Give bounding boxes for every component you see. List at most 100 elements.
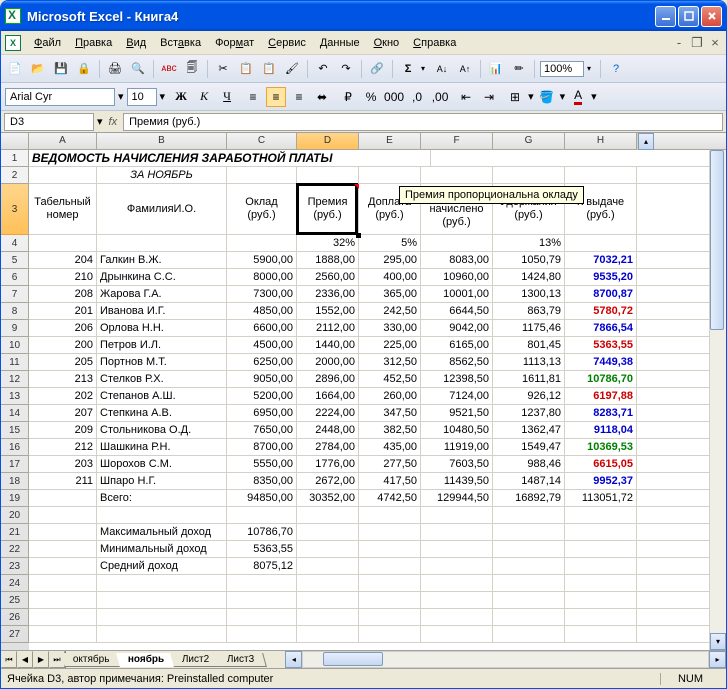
vertical-scrollbar[interactable]: ▾ <box>709 150 726 650</box>
header-cell[interactable]: Табельный номер <box>29 184 97 234</box>
col-header[interactable]: F <box>421 133 493 149</box>
table-row[interactable]: 210Дрынкина С.С.8000,002560,00400,001096… <box>29 269 709 286</box>
sort-asc-icon[interactable]: A↓ <box>432 59 452 79</box>
menu-help[interactable]: Справка <box>406 34 463 52</box>
stat-label[interactable]: Минимальный доход <box>97 541 227 557</box>
help-icon[interactable]: ? <box>606 59 626 79</box>
formula-input[interactable]: Премия (руб.) <box>123 113 723 131</box>
menu-format[interactable]: Формат <box>208 34 261 52</box>
select-all-corner[interactable] <box>1 133 29 149</box>
tab-next-button[interactable]: ▶ <box>33 651 49 668</box>
scrollbar-thumb[interactable] <box>710 150 724 330</box>
hyperlink-icon[interactable]: 🔗 <box>367 59 387 79</box>
redo-icon[interactable]: ↷ <box>336 59 356 79</box>
menu-view[interactable]: Вид <box>119 34 153 52</box>
col-header[interactable]: A <box>29 133 97 149</box>
font-size-input[interactable]: 10 <box>127 88 157 106</box>
document-icon[interactable]: X <box>5 35 21 51</box>
col-header[interactable]: E <box>359 133 421 149</box>
table-row[interactable]: 206Орлова Н.Н.6600,002112,00330,009042,0… <box>29 320 709 337</box>
sheet-tab[interactable]: октябрь <box>61 653 122 667</box>
tab-first-button[interactable]: ⏮ <box>1 651 17 668</box>
close-button[interactable] <box>701 6 722 27</box>
table-row[interactable]: 212Шашкина Р.Н.8700,002784,00435,0011919… <box>29 439 709 456</box>
minimize-button[interactable] <box>655 6 676 27</box>
pct-cell[interactable]: 5% <box>359 235 421 251</box>
paste-icon[interactable]: 📋 <box>259 59 279 79</box>
font-name-input[interactable]: Arial Cyr <box>5 88 115 106</box>
col-header[interactable]: B <box>97 133 227 149</box>
increase-indent-button[interactable]: ⇥ <box>479 87 499 107</box>
col-header[interactable]: D <box>297 133 359 149</box>
stat-label[interactable]: Максимальный доход <box>97 524 227 540</box>
menu-edit[interactable]: Правка <box>68 34 119 52</box>
format-painter-icon[interactable]: 🖌 <box>282 59 302 79</box>
decrease-decimal-button[interactable]: ,00 <box>430 87 450 107</box>
merge-center-button[interactable]: ⬌ <box>312 87 332 107</box>
increase-decimal-button[interactable]: ,0 <box>407 87 427 107</box>
borders-button[interactable]: ⊞ <box>505 87 525 107</box>
header-cell[interactable]: Премия (руб.) <box>297 184 359 234</box>
titlebar[interactable]: Microsoft Excel - Книга4 <box>1 1 726 31</box>
save-icon[interactable]: 💾 <box>51 59 71 79</box>
row-header[interactable]: 3 <box>1 184 29 235</box>
research-icon[interactable]: 🗐 <box>182 59 202 79</box>
table-row[interactable]: 200Петров И.Л.4500,001440,00225,006165,0… <box>29 337 709 354</box>
sheet-tab[interactable]: ноябрь <box>116 653 177 667</box>
table-row[interactable]: 208Жарова Г.А.7300,002336,00365,0010001,… <box>29 286 709 303</box>
table-row[interactable]: 209Стольникова О.Д.7650,002448,00382,501… <box>29 422 709 439</box>
menu-data[interactable]: Данные <box>313 34 367 52</box>
sort-desc-icon[interactable]: A↑ <box>455 59 475 79</box>
scrollbar-thumb[interactable] <box>323 652 383 666</box>
copy-icon[interactable]: 📋 <box>236 59 256 79</box>
table-row[interactable]: 211Шпаро Н.Г.8350,002672,00417,5011439,5… <box>29 473 709 490</box>
stat-label[interactable]: Средний доход <box>97 558 227 574</box>
doc-close-button[interactable]: × <box>708 36 722 50</box>
header-cell[interactable]: ФамилияИ.О. <box>97 184 227 234</box>
bold-button[interactable]: Ж <box>171 87 191 107</box>
cut-icon[interactable]: ✂ <box>213 59 233 79</box>
table-row[interactable]: 201Иванова И.Г.4850,001552,00242,506644,… <box>29 303 709 320</box>
maximize-button[interactable] <box>678 6 699 27</box>
table-row[interactable]: 204Галкин В.Ж.5900,001888,00295,008083,0… <box>29 252 709 269</box>
font-color-button[interactable]: A <box>568 87 588 107</box>
scroll-right-button[interactable]: ▸ <box>709 651 726 668</box>
chart-icon[interactable]: 📊 <box>486 59 506 79</box>
table-row[interactable]: 207Степкина А.В.6950,002224,00347,509521… <box>29 405 709 422</box>
pct-cell[interactable]: 32% <box>297 235 359 251</box>
autosum-icon[interactable]: Σ <box>398 59 418 79</box>
align-center-button[interactable]: ≡ <box>266 87 286 107</box>
print-icon[interactable]: 🖨 <box>105 59 125 79</box>
col-header[interactable]: G <box>493 133 565 149</box>
align-right-button[interactable]: ≡ <box>289 87 309 107</box>
decrease-indent-button[interactable]: ⇤ <box>456 87 476 107</box>
menu-file[interactable]: Файл <box>27 34 68 52</box>
align-left-button[interactable]: ≡ <box>243 87 263 107</box>
sheet-title[interactable]: ВЕДОМОСТЬ НАЧИСЛЕНИЯ ЗАРАБОТНОЙ ПЛАТЫ <box>29 150 431 166</box>
spreadsheet-grid[interactable]: A B C D E F G H ▴ 1 2 3 4 5 6 7 8 9 10 1… <box>1 133 726 650</box>
total-label[interactable]: Всего: <box>97 490 227 506</box>
header-cell[interactable]: Оклад (руб.) <box>227 184 297 234</box>
menu-insert[interactable]: Вставка <box>153 34 208 52</box>
name-box[interactable]: D3 <box>4 113 94 131</box>
stat-value[interactable]: 10786,70 <box>227 524 297 540</box>
col-header[interactable]: H <box>565 133 637 149</box>
undo-icon[interactable]: ↶ <box>313 59 333 79</box>
subtitle[interactable]: ЗА НОЯБРЬ <box>97 167 227 183</box>
sheet-tab[interactable]: Лист2 <box>170 653 222 667</box>
percent-button[interactable]: % <box>361 87 381 107</box>
font-name-dropdown[interactable]: ▾ <box>118 90 124 103</box>
stat-value[interactable]: 8075,12 <box>227 558 297 574</box>
col-header[interactable]: C <box>227 133 297 149</box>
preview-icon[interactable]: 🔍 <box>128 59 148 79</box>
currency-button[interactable]: ₽ <box>338 87 358 107</box>
spelling-icon[interactable]: ᴀʙᴄ <box>159 59 179 79</box>
row-header[interactable]: 2 <box>1 167 29 184</box>
fill-color-button[interactable]: 🪣 <box>537 87 557 107</box>
table-row[interactable]: 202Степанов А.Ш.5200,001664,00260,007124… <box>29 388 709 405</box>
italic-button[interactable]: К <box>194 87 214 107</box>
doc-minimize-button[interactable]: - <box>672 36 686 50</box>
permission-icon[interactable]: 🔒 <box>74 59 94 79</box>
row-header[interactable]: 1 <box>1 150 29 167</box>
horizontal-scrollbar[interactable]: ◂ ▸ <box>285 651 726 668</box>
